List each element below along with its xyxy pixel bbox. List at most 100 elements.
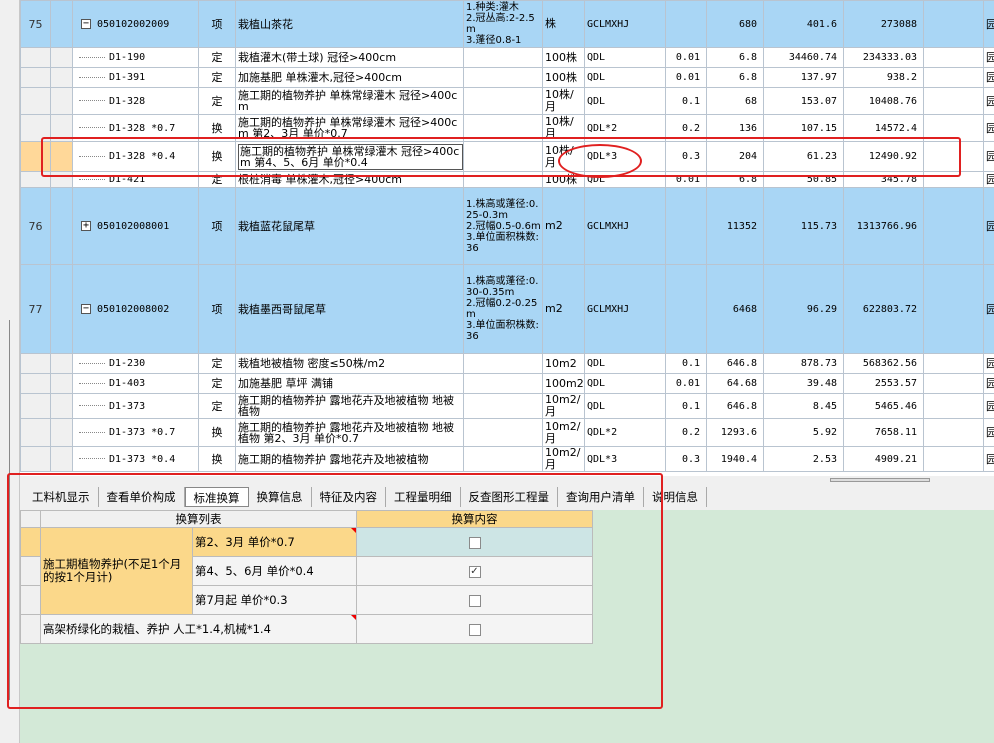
item-code[interactable]: D1-230	[72, 353, 199, 374]
quantity-expression[interactable]: GCLMXHJ	[584, 264, 666, 354]
unit-price: 153.07	[763, 87, 844, 115]
quantity-expression[interactable]: QDL*3	[584, 446, 666, 472]
checkbox-icon[interactable]	[468, 623, 481, 636]
quantity-expression[interactable]: QDL	[584, 87, 666, 115]
item-features	[463, 87, 543, 115]
item-name[interactable]: 栽植蓝花鼠尾草	[235, 187, 464, 265]
checkbox-icon[interactable]	[468, 536, 481, 549]
item-code[interactable]: +050102008001	[72, 187, 199, 265]
specialty: 园林	[983, 353, 994, 374]
item-code-text: D1-373 *0.7	[109, 427, 176, 438]
item-code[interactable]: D1-391	[72, 67, 199, 88]
quantity-expression[interactable]: GCLMXHJ	[584, 0, 666, 48]
item-code[interactable]: D1-328	[72, 87, 199, 115]
item-name[interactable]: 加施基肥 草坪 满铺	[235, 373, 464, 394]
quantity-expression[interactable]: QDL	[584, 47, 666, 68]
checkbox-icon[interactable]: ✓	[468, 565, 481, 578]
total-price: 10408.76	[843, 87, 924, 115]
option-checkbox-viaduct[interactable]	[356, 614, 593, 644]
quantity-expression[interactable]: QDL	[584, 67, 666, 88]
item-code[interactable]: D1-373	[72, 393, 199, 419]
quota-row[interactable]: D1-230 定栽植地被植物 密度≤50株/m2 10m2 QDL 0.1 646.8 87…	[20, 353, 994, 374]
quantity: 1940.4	[706, 446, 764, 472]
item-name[interactable]: 根桩消毒 单株灌木,冠径>400cm	[235, 171, 464, 188]
checkbox-icon[interactable]	[468, 594, 481, 607]
quantity-expression[interactable]: QDL	[584, 393, 666, 419]
tab-2[interactable]: 查看单价构成	[99, 487, 185, 507]
item-name[interactable]: 栽植灌木(带土球) 冠径>400cm	[235, 47, 464, 68]
item-name[interactable]: 栽植山茶花	[235, 0, 464, 48]
quantity-expression[interactable]: QDL	[584, 373, 666, 394]
quota-row[interactable]: D1-373 *0.7 换施工期的植物养护 露地花卉及地被植物 地被植物 第2、3…	[20, 418, 994, 447]
item-code-text: D1-373 *0.4	[109, 453, 176, 465]
option-label-viaduct[interactable]: 高架桥绿化的栽植、养护 人工*1.4,机械*1.4	[40, 614, 357, 644]
bill-grid[interactable]: 75−050102002009 项栽植山茶花 1.种类:灌木 2.冠丛高:2-2.5…	[20, 0, 994, 476]
item-name-text: 施工期的植物养护 露地花卉及地被植物 地被植物	[238, 394, 454, 418]
bill-item-row[interactable]: 76 +050102008001 项栽植蓝花鼠尾草 1.株高或蓬径:0.25-0.3m…	[20, 187, 994, 265]
bill-item-row[interactable]: 77−050102008002 项栽植墨西哥鼠尾草 1.株高或蓬径:0.30-0.3…	[20, 264, 994, 354]
quantity-expression[interactable]: QDL*2	[584, 418, 666, 447]
item-code[interactable]: −050102008002	[72, 264, 199, 354]
tab-5[interactable]: 特征及内容	[312, 487, 386, 507]
option-label-1[interactable]: 第2、3月 单价*0.7	[192, 527, 357, 557]
quota-row[interactable]: D1-373 定施工期的植物养护 露地花卉及地被植物 地被植物 10m2/月 QDL 0…	[20, 393, 994, 419]
collapse-icon[interactable]: −	[81, 18, 91, 29]
tab-7[interactable]: 反查图形工程量	[461, 487, 558, 507]
item-features	[463, 141, 543, 172]
quantity-expression[interactable]: GCLMXHJ	[584, 187, 666, 265]
option-checkbox-3[interactable]	[356, 585, 593, 615]
quantity-expression[interactable]: QDL	[584, 353, 666, 374]
option-checkbox-1[interactable]	[356, 527, 593, 557]
item-code[interactable]: D1-328 *0.4	[72, 141, 199, 172]
item-name[interactable]: 施工期的植物养护 露地花卉及地被植物	[235, 446, 464, 472]
item-name[interactable]: 加施基肥 单株灌木,冠径>400cm	[235, 67, 464, 88]
tab-3[interactable]: 标准换算	[184, 487, 249, 507]
expand-icon[interactable]: +	[81, 220, 91, 231]
scroll-thumb[interactable]	[830, 478, 930, 482]
quota-row[interactable]: D1-391 定加施基肥 单株灌木,冠径>400cm 100株 QDL 0.01 6.8 1…	[20, 67, 994, 88]
item-code[interactable]: D1-421	[72, 171, 199, 188]
option-label-2[interactable]: 第4、5、6月 单价*0.4	[192, 556, 357, 586]
header-conversion-list: 换算列表	[40, 510, 357, 528]
specialty: 园林	[983, 418, 994, 447]
quota-row[interactable]: D1-328 *0.7 换施工期的植物养护 单株常绿灌木 冠径>400cm 第2、…	[20, 114, 994, 142]
item-code[interactable]: D1-373 *0.7	[72, 418, 199, 447]
item-code[interactable]: D1-403	[72, 373, 199, 394]
item-name-text[interactable]: 施工期的植物养护 单株常绿灌木 冠径>400cm 第4、5、6月 单价*0.4	[238, 143, 463, 170]
quota-row[interactable]: D1-421 定根桩消毒 单株灌木,冠径>400cm 100株 QDL 0.01 6.8 5…	[20, 171, 994, 188]
item-name[interactable]: 施工期的植物养护 露地花卉及地被植物 地被植物 第2、3月 单价*0.7	[235, 418, 464, 447]
tab-6[interactable]: 工程量明细	[386, 487, 461, 507]
row-gutter	[50, 67, 73, 88]
tab-8[interactable]: 查询用户清单	[558, 487, 644, 507]
item-name[interactable]: 施工期的植物养护 露地花卉及地被植物 地被植物	[235, 393, 464, 419]
coefficient: 0.1	[665, 393, 707, 419]
option-checkbox-2[interactable]: ✓	[356, 556, 593, 586]
quota-row[interactable]: D1-328 *0.4 换施工期的植物养护 单株常绿灌木 冠径>400cm 第4、…	[20, 141, 994, 172]
quantity-expression[interactable]: QDL*2	[584, 114, 666, 142]
quota-row[interactable]: D1-403 定加施基肥 草坪 满铺 100m2 QDL 0.01 64.68 39.48 2…	[20, 373, 994, 394]
item-code[interactable]: D1-190	[72, 47, 199, 68]
quantity-expression[interactable]: QDL	[584, 171, 666, 188]
item-code[interactable]: D1-328 *0.7	[72, 114, 199, 142]
item-name[interactable]: 栽植墨西哥鼠尾草	[235, 264, 464, 354]
row-number	[20, 171, 51, 188]
quota-row[interactable]: D1-328 定施工期的植物养护 单株常绿灌木 冠径>400cm 10株/月 QDL 0…	[20, 87, 994, 115]
item-name[interactable]: 施工期的植物养护 单株常绿灌木 冠径>400cm 第4、5、6月 单价*0.4	[235, 141, 464, 172]
item-type: 定	[198, 353, 236, 374]
quantity-expression[interactable]: QDL*3	[584, 141, 666, 172]
item-name[interactable]: 施工期的植物养护 单株常绿灌木 冠径>400cm 第2、3月 单价*0.7	[235, 114, 464, 142]
item-name[interactable]: 栽植地被植物 密度≤50株/m2	[235, 353, 464, 374]
tab-1[interactable]: 工料机显示	[24, 487, 99, 507]
tab-4[interactable]: 换算信息	[249, 487, 312, 507]
item-code[interactable]: D1-373 *0.4	[72, 446, 199, 472]
bill-item-row[interactable]: 75−050102002009 项栽植山茶花 1.种类:灌木 2.冠丛高:2-2.5…	[20, 0, 994, 48]
collapse-icon[interactable]: −	[81, 303, 91, 314]
item-code[interactable]: −050102002009	[72, 0, 199, 48]
option-label-3[interactable]: 第7月起 单价*0.3	[192, 585, 357, 615]
item-name[interactable]: 施工期的植物养护 单株常绿灌木 冠径>400cm	[235, 87, 464, 115]
quota-row[interactable]: D1-190 定栽植灌木(带土球) 冠径>400cm 100株 QDL 0.01 6.8 3…	[20, 47, 994, 68]
quota-row[interactable]: D1-373 *0.4 换施工期的植物养护 露地花卉及地被植物 10m2/月 QDL*…	[20, 446, 994, 472]
tab-9[interactable]: 说明信息	[644, 487, 707, 507]
horizontal-scrollbar[interactable]	[20, 476, 994, 484]
row-gutter	[50, 0, 73, 48]
